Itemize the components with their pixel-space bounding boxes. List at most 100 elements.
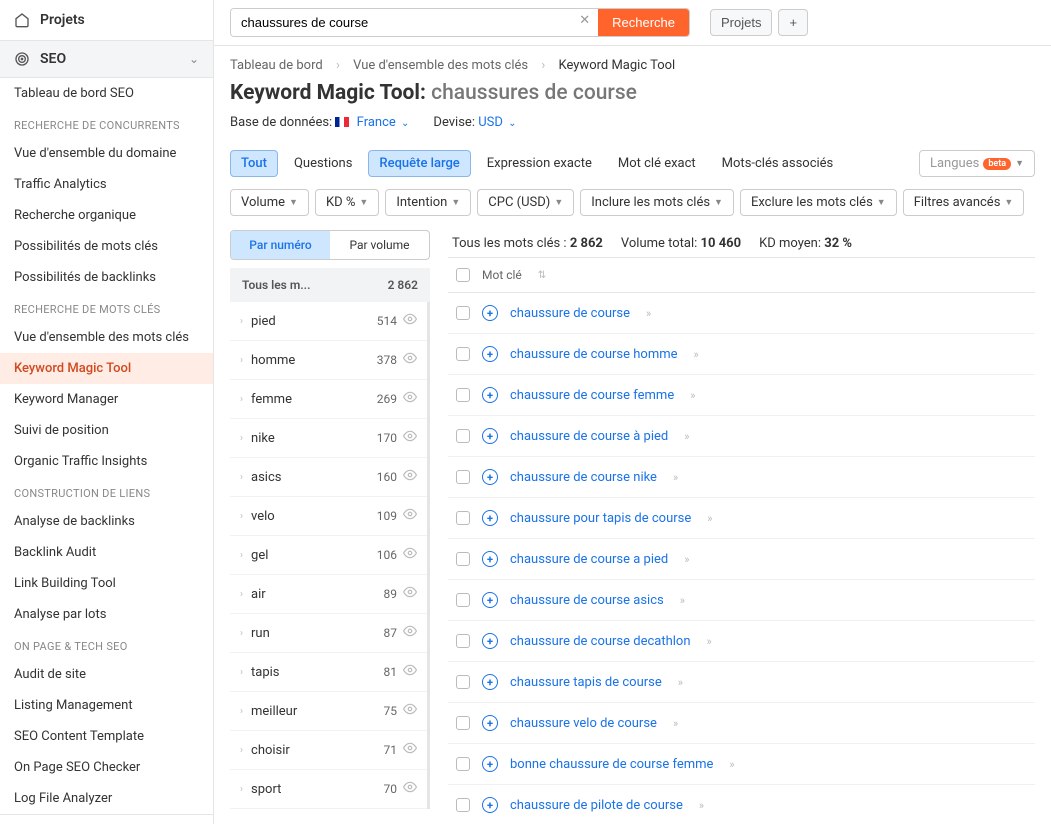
keyword-link[interactable]: chaussure tapis de course (510, 675, 662, 690)
eye-icon[interactable] (403, 429, 417, 447)
row-checkbox[interactable] (456, 429, 470, 443)
row-checkbox[interactable] (456, 470, 470, 484)
eye-icon[interactable] (403, 741, 417, 759)
sidebar-item-keyword-gap[interactable]: Possibilités de mots clés (0, 231, 213, 262)
keyword-link[interactable]: chaussure de course decathlon (510, 634, 691, 649)
group-item[interactable]: ›pied514 (230, 302, 427, 341)
select-all-checkbox[interactable] (456, 268, 470, 282)
add-icon[interactable]: + (482, 592, 498, 608)
add-icon[interactable]: + (482, 797, 498, 813)
sidebar-item-keyword-overview[interactable]: Vue d'ensemble des mots clés (0, 322, 213, 353)
expand-icon[interactable]: » (694, 348, 699, 361)
group-item[interactable]: ›sport70 (230, 770, 427, 809)
db-selector[interactable]: France ⌄ (357, 115, 410, 130)
add-icon[interactable]: + (482, 428, 498, 444)
add-icon[interactable]: + (482, 387, 498, 403)
keyword-link[interactable]: chaussure de course asics (510, 593, 664, 608)
toggle-by-number[interactable]: Par numéro (231, 231, 330, 259)
breadcrumb-item[interactable]: Tableau de bord (230, 58, 323, 73)
filter-exclude[interactable]: Exclure les mots clés ▼ (740, 189, 897, 216)
eye-icon[interactable] (403, 351, 417, 369)
tab-phrase[interactable]: Expression exacte (477, 150, 602, 177)
group-item[interactable]: ›homme378 (230, 341, 427, 380)
tab-all[interactable]: Tout (230, 150, 278, 177)
expand-icon[interactable]: » (684, 430, 689, 443)
eye-icon[interactable] (403, 663, 417, 681)
group-head[interactable]: Tous les m... 2 862 (230, 268, 430, 302)
row-checkbox[interactable] (456, 552, 470, 566)
tab-questions[interactable]: Questions (284, 150, 362, 177)
sidebar-item-onpage-checker[interactable]: On Page SEO Checker (0, 752, 213, 783)
currency-selector[interactable]: USD ⌄ (478, 115, 516, 130)
expand-icon[interactable]: » (729, 758, 734, 771)
group-item[interactable]: ›meilleur75 (230, 692, 427, 731)
keyword-link[interactable]: chaussure velo de course (510, 716, 657, 731)
expand-icon[interactable]: » (690, 389, 695, 402)
filter-cpc[interactable]: CPC (USD) ▼ (477, 189, 574, 216)
expand-icon[interactable]: » (673, 471, 678, 484)
keyword-link[interactable]: chaussure pour tapis de course (510, 511, 691, 526)
row-checkbox[interactable] (456, 798, 470, 812)
group-item[interactable]: ›velo109 (230, 497, 427, 536)
breadcrumb-item[interactable]: Vue d'ensemble des mots clés (353, 58, 528, 73)
keyword-link[interactable]: chaussure de course femme (510, 388, 674, 403)
toggle-by-volume[interactable]: Par volume (330, 231, 429, 259)
expand-icon[interactable]: » (707, 512, 712, 525)
projects-button[interactable]: Projets (710, 9, 772, 36)
row-checkbox[interactable] (456, 675, 470, 689)
row-checkbox[interactable] (456, 593, 470, 607)
add-icon[interactable]: + (482, 633, 498, 649)
sidebar-item-domain-overview[interactable]: Vue d'ensemble du domaine (0, 138, 213, 169)
sidebar-item-backlink-audit[interactable]: Backlink Audit (0, 537, 213, 568)
sidebar-item-backlink-analytics[interactable]: Analyse de backlinks (0, 506, 213, 537)
keyword-link[interactable]: bonne chaussure de course femme (510, 757, 713, 772)
sidebar-item-listing[interactable]: Listing Management (0, 690, 213, 721)
add-icon[interactable]: + (482, 469, 498, 485)
sidebar-seo-section[interactable]: SEO ⌄ (0, 41, 213, 78)
eye-icon[interactable] (403, 780, 417, 798)
group-item[interactable]: ›nike170 (230, 419, 427, 458)
group-item[interactable]: ›femme269 (230, 380, 427, 419)
filter-kd[interactable]: KD % ▼ (315, 189, 379, 216)
keyword-link[interactable]: chaussure de course homme (510, 347, 678, 362)
keyword-link[interactable]: chaussure de pilote de course (510, 798, 683, 813)
search-button[interactable]: Recherche (598, 9, 689, 36)
group-item[interactable]: ›choisir71 (230, 731, 427, 770)
add-icon[interactable]: + (482, 674, 498, 690)
eye-icon[interactable] (403, 624, 417, 642)
tab-related[interactable]: Mots-clés associés (712, 150, 844, 177)
group-item[interactable]: ›tapis81 (230, 653, 427, 692)
sidebar-item-site-audit[interactable]: Audit de site (0, 659, 213, 690)
sidebar-item-logfile[interactable]: Log File Analyzer (0, 783, 213, 814)
filter-advanced[interactable]: Filtres avancés ▼ (903, 189, 1025, 216)
sidebar-item-organic-insights[interactable]: Organic Traffic Insights (0, 446, 213, 477)
sidebar-item-bulk-analysis[interactable]: Analyse par lots (0, 599, 213, 630)
eye-icon[interactable] (403, 507, 417, 525)
group-item[interactable]: ›asics160 (230, 458, 427, 497)
sidebar-item-position-tracking[interactable]: Suivi de position (0, 415, 213, 446)
add-icon[interactable]: + (482, 305, 498, 321)
expand-icon[interactable]: » (684, 553, 689, 566)
row-checkbox[interactable] (456, 716, 470, 730)
eye-icon[interactable] (403, 546, 417, 564)
group-item[interactable]: ›gel106 (230, 536, 427, 575)
keyword-link[interactable]: chaussure de course à pied (510, 429, 668, 444)
expand-icon[interactable]: » (680, 594, 685, 607)
clear-icon[interactable]: ✕ (571, 9, 598, 36)
expand-icon[interactable]: » (699, 799, 704, 812)
keyword-link[interactable]: chaussure de course a pied (510, 552, 668, 567)
add-button[interactable]: + (778, 9, 808, 36)
eye-icon[interactable] (403, 702, 417, 720)
search-input[interactable] (231, 9, 571, 36)
sidebar-item-link-building[interactable]: Link Building Tool (0, 568, 213, 599)
sidebar-item-traffic[interactable]: Traffic Analytics (0, 169, 213, 200)
expand-icon[interactable]: » (678, 676, 683, 689)
row-checkbox[interactable] (456, 634, 470, 648)
sidebar-local-seo[interactable]: SEO local › (0, 814, 213, 824)
row-checkbox[interactable] (456, 511, 470, 525)
row-checkbox[interactable] (456, 347, 470, 361)
row-checkbox[interactable] (456, 306, 470, 320)
sidebar-item-keyword-manager[interactable]: Keyword Manager (0, 384, 213, 415)
eye-icon[interactable] (403, 390, 417, 408)
language-selector[interactable]: Langues beta ▼ (919, 150, 1035, 177)
